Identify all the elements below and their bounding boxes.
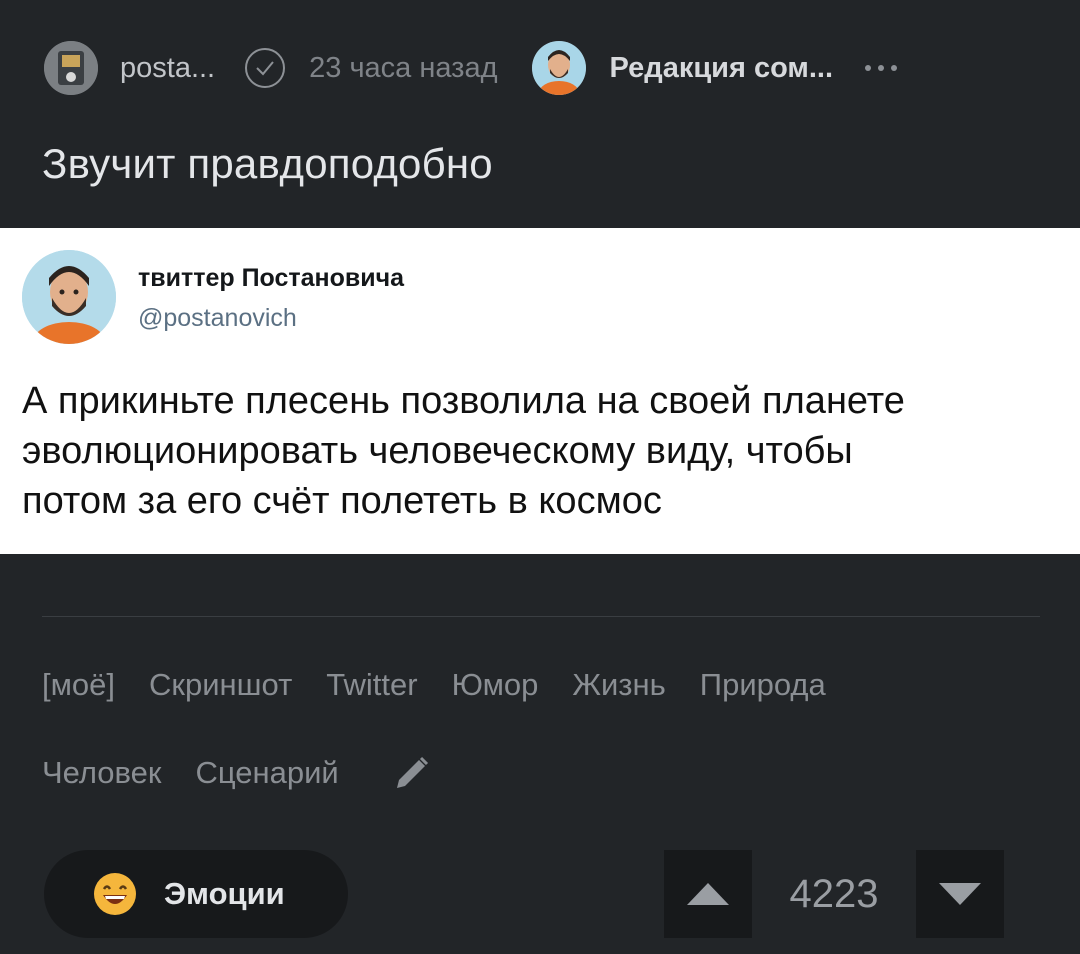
tweet-image: твиттер Постановича @postanovich А прики…: [0, 228, 1080, 554]
tweet-text: А прикиньте плесень позволила на своей п…: [22, 376, 1062, 526]
community-avatar[interactable]: [531, 41, 586, 95]
post-title[interactable]: Звучит правдоподобно: [42, 140, 493, 188]
tag-life[interactable]: Жизнь: [572, 667, 665, 703]
tags-section: [моё] Скриншот Twitter Юмор Жизнь Природ…: [42, 660, 1042, 836]
emotions-label: Эмоции: [164, 876, 285, 911]
tag-scenario[interactable]: Сценарий: [195, 755, 338, 791]
tags-row: [моё] Скриншот Twitter Юмор Жизнь Природ…: [42, 660, 1042, 710]
community-name[interactable]: Редакция сом...: [610, 52, 834, 85]
tag-nature[interactable]: Природа: [700, 667, 826, 703]
author-name[interactable]: posta...: [120, 52, 215, 85]
tweet-text-line: потом за его счёт полететь в космос: [22, 480, 662, 522]
tags-row: Человек Сценарий: [42, 748, 1042, 798]
grinning-emoji-icon: [94, 873, 136, 915]
downvote-button[interactable]: [916, 850, 1004, 938]
tweet-author-handle: @postanovich: [138, 304, 297, 332]
triangle-down-icon: [939, 883, 981, 905]
rating-count: 4223: [789, 871, 879, 916]
tag-twitter[interactable]: Twitter: [326, 667, 417, 703]
more-dots-icon[interactable]: [865, 65, 898, 71]
post-time: 23 часа назад: [309, 51, 498, 84]
author-avatar[interactable]: [44, 41, 98, 95]
pencil-icon[interactable]: [393, 754, 431, 792]
tag-moe[interactable]: [моё]: [42, 667, 115, 703]
tweet-avatar: [22, 250, 116, 344]
divider: [42, 616, 1040, 617]
tag-human[interactable]: Человек: [42, 755, 161, 791]
tweet-author-name: твиттер Постановича: [138, 264, 405, 292]
check-circle-icon: [245, 48, 286, 88]
upvote-button[interactable]: [664, 850, 752, 938]
emotions-button[interactable]: Эмоции: [44, 850, 348, 938]
tag-humor[interactable]: Юмор: [452, 667, 539, 703]
tweet-text-line: А прикиньте плесень позволила на своей п…: [22, 380, 905, 422]
post-header: posta... 23 часа назад Редакция сом... З…: [0, 0, 1080, 228]
triangle-up-icon: [687, 883, 729, 905]
tweet-text-line: эволюционировать человеческому виду, что…: [22, 430, 853, 472]
tag-screenshot[interactable]: Скриншот: [149, 667, 292, 703]
post-meta: posta... 23 часа назад Редакция сом...: [44, 40, 898, 96]
